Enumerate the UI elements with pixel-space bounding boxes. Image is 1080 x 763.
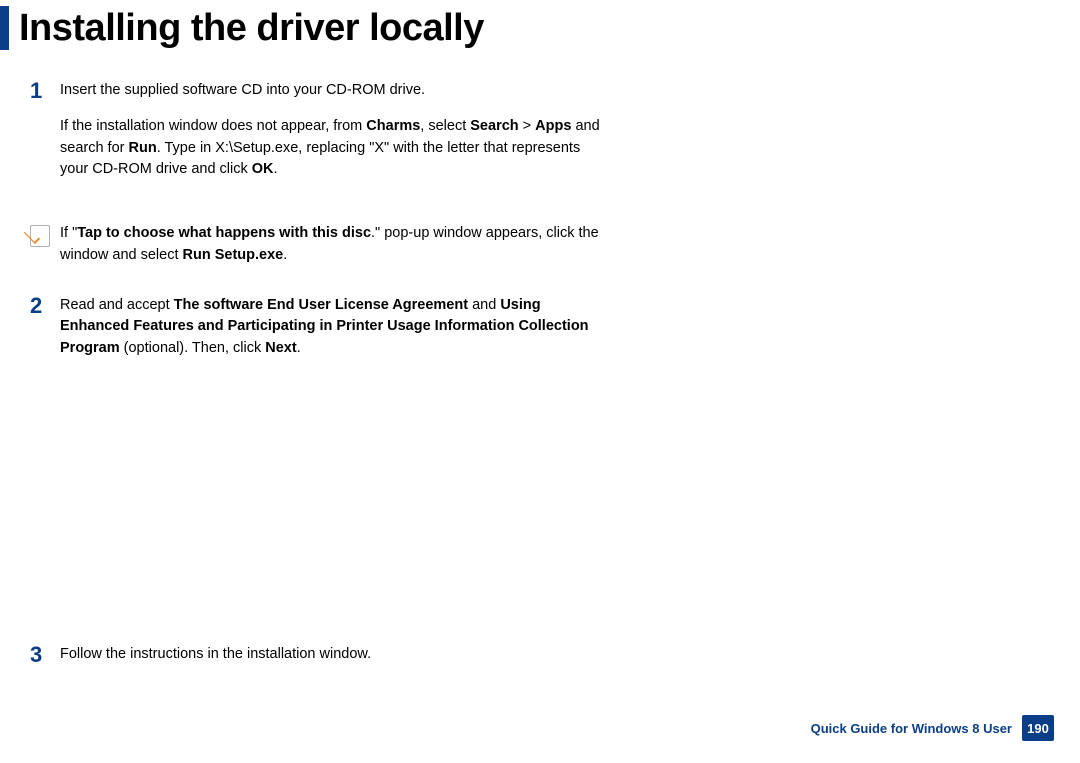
txt: Read and accept [60, 297, 174, 313]
title-accent-bar [0, 6, 9, 50]
eula-bold: The software End User License Agreement [174, 297, 468, 313]
note-block: If "Tap to choose what happens with this… [30, 223, 610, 267]
txt: > [519, 118, 536, 134]
step-number: 2 [30, 295, 60, 317]
step1-line1: Insert the supplied software CD into you… [60, 80, 610, 102]
page-number-badge: 190 [1022, 715, 1054, 741]
txt: . [283, 247, 287, 263]
txt: . [297, 340, 301, 356]
next-bold: Next [265, 340, 296, 356]
step-number: 3 [30, 644, 60, 666]
step2-text: Read and accept The software End User Li… [60, 295, 610, 360]
step-1: 1 Insert the supplied software CD into y… [30, 80, 610, 195]
run-bold: Run [129, 140, 157, 156]
step-number: 1 [30, 80, 60, 102]
step1-line2: If the installation window does not appe… [60, 116, 610, 181]
runsetup-bold: Run Setup.exe [183, 247, 284, 263]
txt: . [274, 161, 278, 177]
footer: Quick Guide for Windows 8 User 190 [811, 715, 1054, 741]
apps-bold: Apps [535, 118, 571, 134]
txt: If the installation window does not appe… [60, 118, 366, 134]
txt: (optional). Then, click [120, 340, 266, 356]
txt: If " [60, 225, 77, 241]
tap-bold: Tap to choose what happens with this dis… [77, 225, 371, 241]
note-icon-wrap [30, 223, 60, 247]
note-text: If "Tap to choose what happens with this… [60, 223, 610, 267]
step-body: Follow the instructions in the installat… [60, 644, 610, 680]
step3-text: Follow the instructions in the installat… [60, 644, 610, 666]
charms-bold: Charms [366, 118, 420, 134]
step-body: Insert the supplied software CD into you… [60, 80, 610, 195]
step-3: 3 Follow the instructions in the install… [30, 644, 610, 680]
txt: and [468, 297, 500, 313]
step-2: 2 Read and accept The software End User … [30, 295, 610, 374]
footer-label: Quick Guide for Windows 8 User [811, 721, 1012, 736]
page-title: Installing the driver locally [0, 6, 484, 50]
note-icon [30, 225, 50, 247]
content-column: 1 Insert the supplied software CD into y… [30, 80, 610, 680]
ok-bold: OK [252, 161, 274, 177]
title-text: Installing the driver locally [19, 7, 484, 50]
step-body: Read and accept The software End User Li… [60, 295, 610, 374]
txt: , select [420, 118, 470, 134]
search-bold: Search [470, 118, 518, 134]
